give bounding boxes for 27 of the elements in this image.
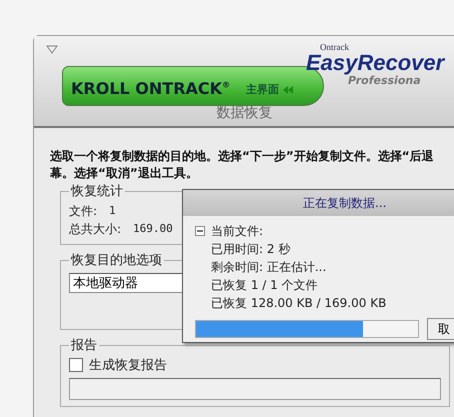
status-line: 已恢复 1 / 1 个文件 [210, 277, 319, 294]
group-title: 报告 [70, 337, 98, 354]
instruction-text: 选取一个将复制数据的目的地。选择“下一步”开始复制文件。选择“后退 [50, 148, 435, 165]
checkbox[interactable] [69, 358, 83, 372]
status-line: 当前文件: [211, 223, 264, 240]
status-line: 剩余时间: 正在估计... [210, 259, 328, 276]
report-path-field[interactable] [69, 378, 441, 400]
stat-label: 总共大小: [69, 221, 122, 238]
logo-product: EasyRecover [306, 52, 444, 74]
stat-value: 169.00 [133, 221, 173, 237]
dialog-title: 正在复制数据... [183, 190, 454, 216]
status-line: 已用时间: 2 秒 [210, 241, 292, 258]
instruction-text: 幕。选择“取消”退出工具。 [50, 165, 199, 182]
rewind-icon [283, 86, 294, 94]
checkbox-label: 生成恢复报告 [89, 357, 167, 374]
stat-label: 文件: [69, 203, 98, 220]
group-title: 恢复统计 [70, 183, 124, 200]
logo-maker: Ontrack [320, 42, 349, 52]
page-title: 数据恢复 [216, 104, 274, 122]
logo-edition: Professiona [348, 74, 421, 87]
dropdown-icon[interactable] [46, 44, 58, 54]
status-line: 已恢复 128.00 KB / 169.00 KB [210, 295, 388, 312]
collapse-icon[interactable] [195, 226, 205, 236]
cancel-button[interactable]: 取 [427, 318, 454, 340]
brand-name: KROLL ONTRACK$^{®}$ [71, 81, 230, 97]
group-title: 恢复目的地选项 [70, 252, 163, 269]
stat-value: 1 [109, 203, 116, 219]
